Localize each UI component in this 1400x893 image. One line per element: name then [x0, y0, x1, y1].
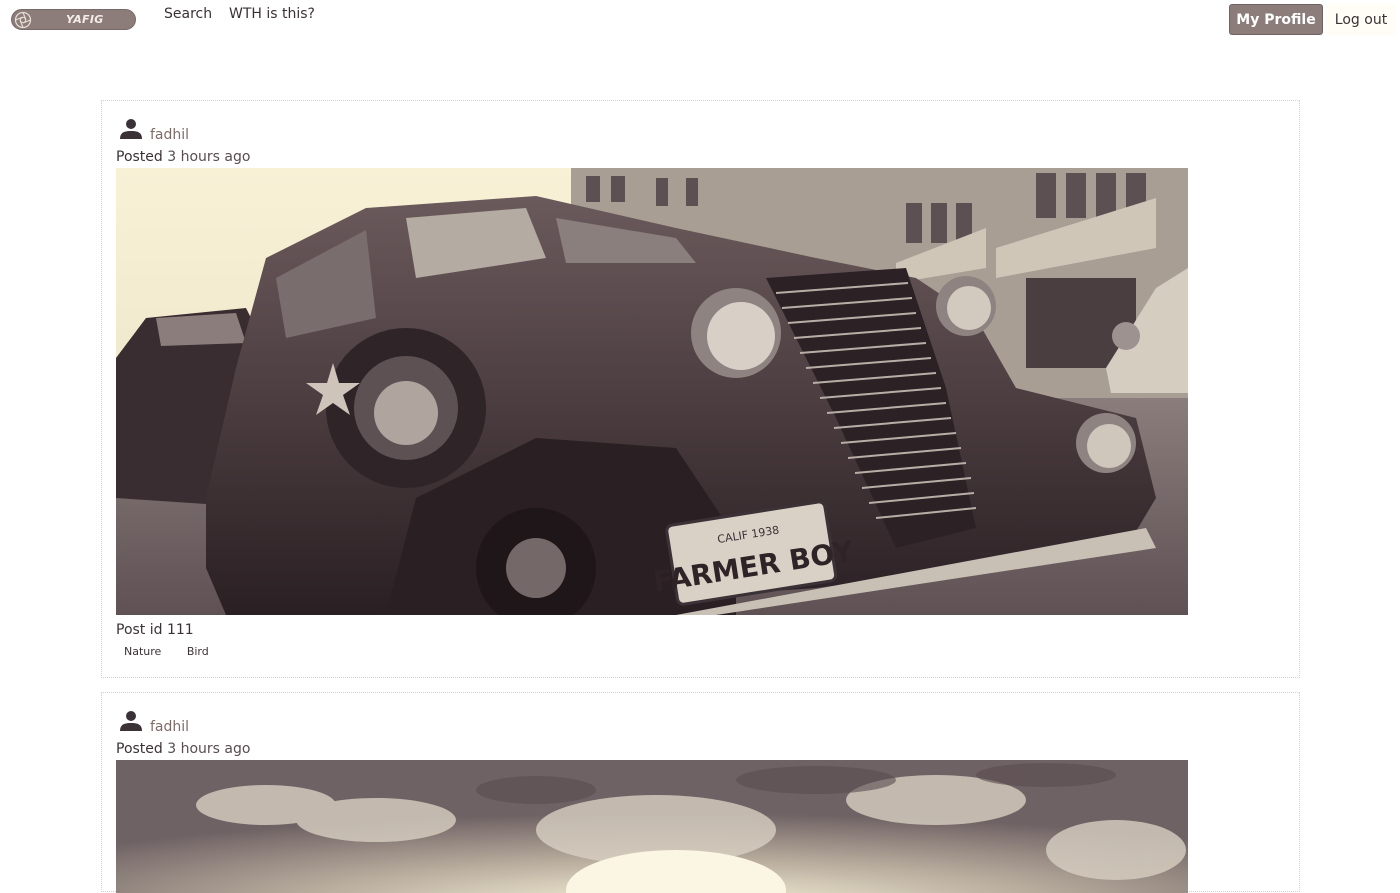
post-caption: Post id 111: [116, 622, 194, 638]
posted-time: 3 hours ago: [167, 741, 251, 757]
aperture-icon: [14, 11, 32, 29]
tag-nature[interactable]: Nature: [116, 644, 169, 659]
posted-label: Posted: [116, 149, 163, 165]
post-image[interactable]: CALIF 1938 FARMER BOY: [116, 168, 1188, 615]
post-timestamp: Posted 3 hours ago: [116, 741, 250, 757]
photo-vintage-car: CALIF 1938 FARMER BOY: [116, 168, 1188, 615]
post-card: fadhil Posted 3 hours ago: [101, 100, 1300, 678]
nav-wth-link[interactable]: WTH is this?: [229, 6, 315, 22]
app-logo[interactable]: YAFIG: [11, 9, 136, 30]
user-icon: [120, 119, 142, 139]
user-icon: [120, 711, 142, 731]
post-author-link[interactable]: fadhil: [150, 127, 189, 143]
photo-cloudy-sky: [116, 760, 1188, 893]
post-image[interactable]: [116, 760, 1188, 893]
post-timestamp: Posted 3 hours ago: [116, 149, 250, 165]
my-profile-button[interactable]: My Profile: [1229, 4, 1323, 35]
posted-time: 3 hours ago: [167, 149, 251, 165]
tag-bird[interactable]: Bird: [179, 644, 217, 659]
logout-button[interactable]: Log out: [1326, 4, 1396, 35]
post-tags: Nature Bird: [116, 644, 223, 659]
posted-label: Posted: [116, 741, 163, 757]
logo-text: YAFIG: [66, 13, 104, 26]
post-card: fadhil Posted 3 hours ago: [101, 692, 1300, 893]
nav-search-link[interactable]: Search: [164, 6, 212, 22]
post-author-link[interactable]: fadhil: [150, 719, 189, 735]
